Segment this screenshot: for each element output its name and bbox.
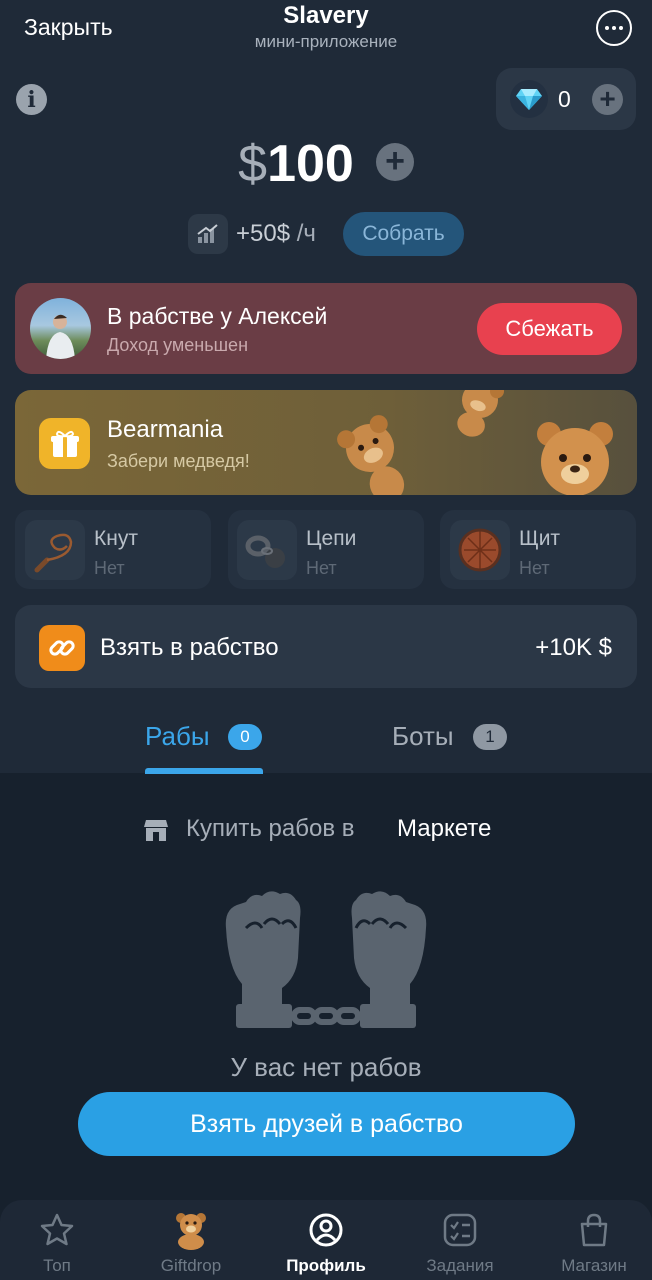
profile-icon [266,1210,386,1250]
item-name: Щит [519,527,561,550]
empty-state-text: У вас нет рабов [230,1052,422,1082]
enslave-label: Взять в рабство [100,634,279,661]
promo-subtitle: Забери медведя! [107,451,250,471]
balance: $100 [0,134,652,194]
balance-currency: $ [238,135,268,193]
chained-fists-icon [225,891,427,1028]
owner-subtitle: Доход уменьшен [107,335,249,355]
nav-item-profile[interactable]: Профиль [266,1210,386,1276]
item-value: Нет [306,558,337,578]
add-gems-button[interactable]: + [592,84,623,115]
info-icon[interactable]: i [16,84,47,115]
income-period: /ч [290,220,316,247]
owner-avatar [30,298,91,359]
tab-bots-badge: 1 [473,724,507,750]
nav-label: Топ [43,1256,71,1275]
invite-friends-button[interactable]: Взять друзей в рабство [78,1092,575,1156]
market-prompt: Купить рабов в [186,815,355,842]
gift-icon [39,418,90,469]
star-icon [0,1210,117,1250]
nav-label: Задания [426,1256,494,1275]
nav-label: Профиль [286,1256,366,1275]
add-balance-button[interactable]: + [376,143,414,181]
whip-icon [25,520,85,580]
collect-button[interactable]: Собрать [343,212,464,256]
nav-item-shop[interactable]: Магазин [534,1210,652,1276]
nav-label: Магазин [561,1256,627,1275]
tab-slaves-badge: 0 [228,724,262,750]
income-growth-icon [188,214,228,254]
item-value: Нет [519,558,550,578]
income-amount: +50$ [236,220,291,247]
enslave-reward: +10K $ [535,634,612,661]
shield-icon [450,520,510,580]
item-value: Нет [94,558,125,578]
chains-icon [237,520,297,580]
tab-slaves[interactable]: Рабы [145,721,210,752]
escape-button[interactable]: Сбежать [477,303,622,355]
owner-title: В рабстве у Алексей [107,303,328,329]
teddy-bears-image [337,390,613,495]
nav-label: Giftdrop [160,1256,222,1275]
item-name: Цепи [306,527,357,550]
market-link[interactable]: Маркете [397,815,491,843]
gem-count: 0 [558,86,571,112]
app-subtitle: мини-приложение [254,32,398,51]
tab-bots[interactable]: Боты [392,721,454,752]
teddy-bear-icon [131,1210,251,1250]
nav-item-top[interactable]: Топ [0,1210,117,1276]
balance-amount: 100 [267,135,354,193]
more-options-icon[interactable] [596,10,632,46]
nav-item-giftdrop[interactable]: Giftdrop [131,1210,251,1276]
shopping-bag-icon [534,1210,652,1250]
diamond-icon [510,80,548,118]
tasks-icon [400,1210,520,1250]
promo-title: Bearmania [107,416,224,443]
app-title: Slavery [283,2,369,29]
item-name: Кнут [94,527,138,550]
nav-item-tasks[interactable]: Задания [400,1210,520,1276]
store-icon [143,817,169,843]
active-tab-indicator [145,768,263,774]
income-rate: +50$ /ч [236,220,316,248]
link-icon [39,625,85,671]
